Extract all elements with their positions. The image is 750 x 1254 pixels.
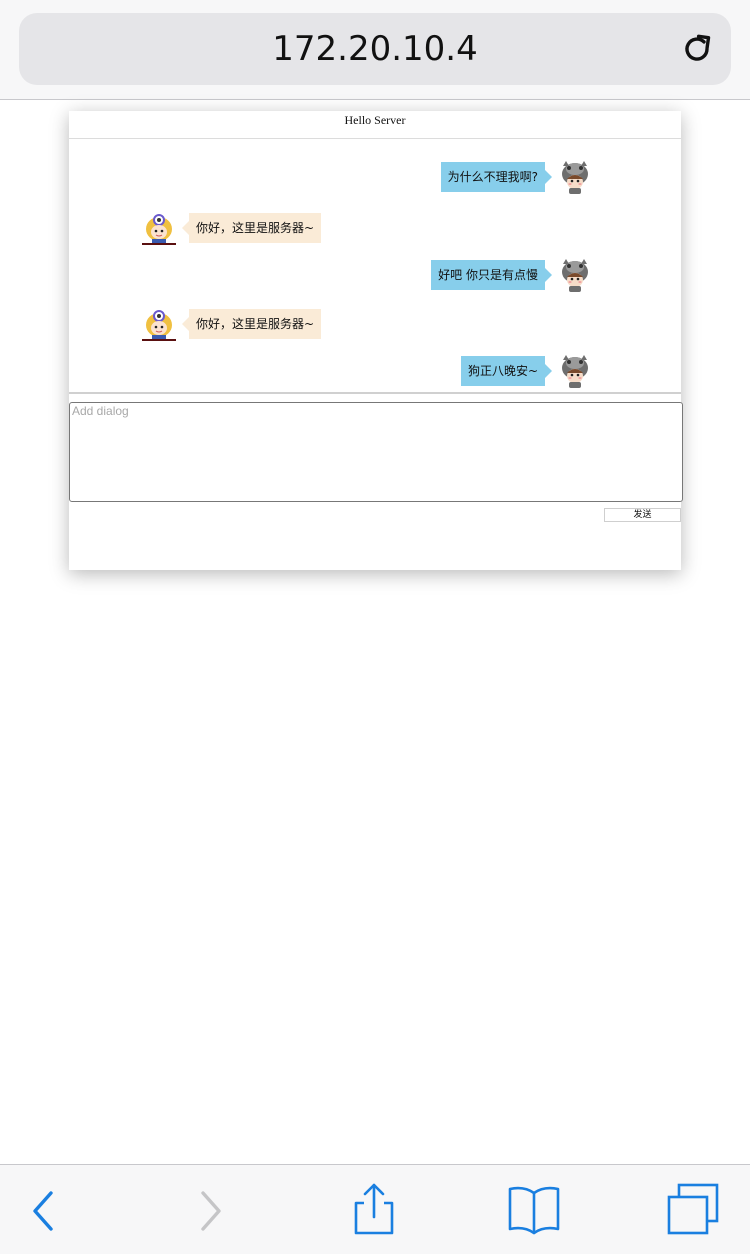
client-message-bubble: 狗正八晚安~ xyxy=(460,356,553,386)
message-row: 狗正八晚安~ xyxy=(460,354,592,388)
message-row: 好吧 你只是有点慢 xyxy=(431,258,592,292)
client-message-bubble: 为什么不理我啊? xyxy=(440,162,553,192)
message-row: 你好，这里是服务器~ xyxy=(142,211,322,245)
share-icon[interactable] xyxy=(346,1181,402,1237)
message-row: 为什么不理我啊? xyxy=(440,160,592,194)
address-bar[interactable]: 172.20.10.4 xyxy=(19,13,731,85)
client-avatar xyxy=(562,259,588,292)
dialog-input[interactable] xyxy=(69,402,683,502)
send-button[interactable]: 发送 xyxy=(604,508,681,522)
client-avatar xyxy=(562,355,588,388)
back-chevron-icon[interactable] xyxy=(15,1181,71,1237)
browser-top-bar: 172.20.10.4 xyxy=(0,0,750,100)
server-avatar xyxy=(142,310,176,341)
browser-bottom-toolbar xyxy=(0,1164,750,1254)
forward-chevron-icon[interactable] xyxy=(183,1181,239,1237)
message-list: 为什么不理我啊? 你好，这里是服务器~ 好吧 你只是有点慢 你好，这里是服务器~… xyxy=(69,140,681,394)
server-message-bubble: 你好，这里是服务器~ xyxy=(181,309,322,339)
tabs-icon[interactable] xyxy=(665,1181,721,1237)
chat-panel: Hello Server 为什么不理我啊? 你好，这里是服务器~ 好吧 你只是有… xyxy=(69,111,683,570)
message-row: 你好，这里是服务器~ xyxy=(142,307,322,341)
client-message-bubble: 好吧 你只是有点慢 xyxy=(431,260,552,290)
bookmarks-icon[interactable] xyxy=(506,1181,562,1237)
url-text[interactable]: 172.20.10.4 xyxy=(19,13,731,85)
server-message-bubble: 你好，这里是服务器~ xyxy=(181,213,322,243)
client-avatar xyxy=(562,161,588,194)
chat-title: Hello Server xyxy=(69,111,681,139)
reload-icon[interactable] xyxy=(679,31,715,67)
server-avatar xyxy=(142,214,176,245)
